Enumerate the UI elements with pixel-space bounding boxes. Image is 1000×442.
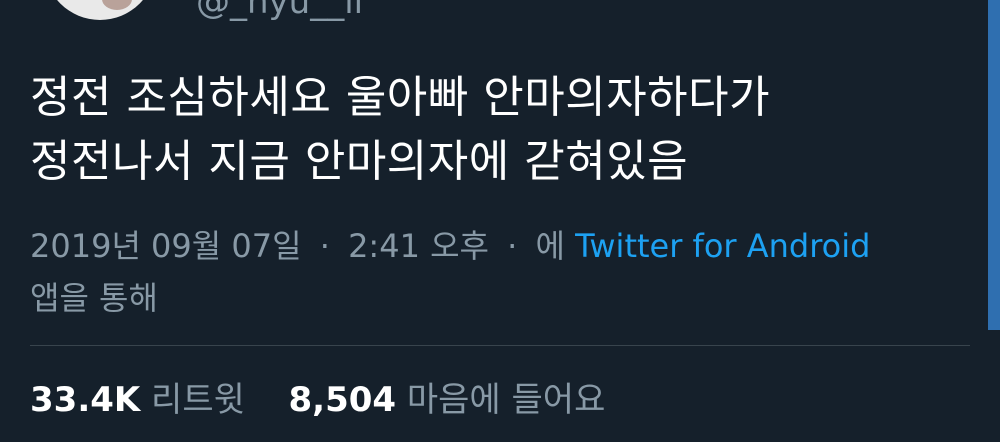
tweet-text-line-1: 정전 조심하세요 울아빠 안마의자하다가 <box>30 72 771 123</box>
retweets-label: 리트윗 <box>151 380 245 420</box>
tweet-text-line-2: 정전나서 지금 안마의자에 갇혀있음 <box>30 136 689 187</box>
retweets-count: 33.4K <box>30 380 141 420</box>
separator-dot: · <box>507 227 518 265</box>
scrollbar[interactable] <box>988 0 1000 330</box>
separator-dot: · <box>319 227 330 265</box>
tweet-date: 2019년 09월 07일 <box>30 227 302 265</box>
via-suffix: 앱을 통해 <box>30 279 158 317</box>
avatar[interactable] <box>44 0 156 20</box>
tweet-stats: 33.4K 리트윗 8,504 마음에 들어요 <box>30 374 605 426</box>
likes-count: 8,504 <box>288 380 397 420</box>
likes-stat[interactable]: 8,504 마음에 들어요 <box>289 380 606 420</box>
tweet-text: 정전 조심하세요 울아빠 안마의자하다가 정전나서 지금 안마의자에 갇혀있음 <box>30 66 970 194</box>
source-app-link[interactable]: Twitter for Android <box>575 227 870 265</box>
metadata-row: 2019년 09월 07일 · 2:41 오후 · 에 Twitter for … <box>30 220 970 272</box>
user-handle[interactable]: @_hyu__ii <box>196 0 363 22</box>
divider <box>30 345 970 346</box>
avatar-image <box>102 0 132 10</box>
likes-label: 마음에 들어요 <box>406 380 606 420</box>
tweet-metadata: 2019년 09월 07일 · 2:41 오후 · 에 Twitter for … <box>30 220 970 324</box>
via-prefix: 에 <box>535 227 565 265</box>
tweet-time[interactable]: 2:41 오후 <box>348 227 489 265</box>
retweets-stat[interactable]: 33.4K 리트윗 <box>30 380 256 420</box>
